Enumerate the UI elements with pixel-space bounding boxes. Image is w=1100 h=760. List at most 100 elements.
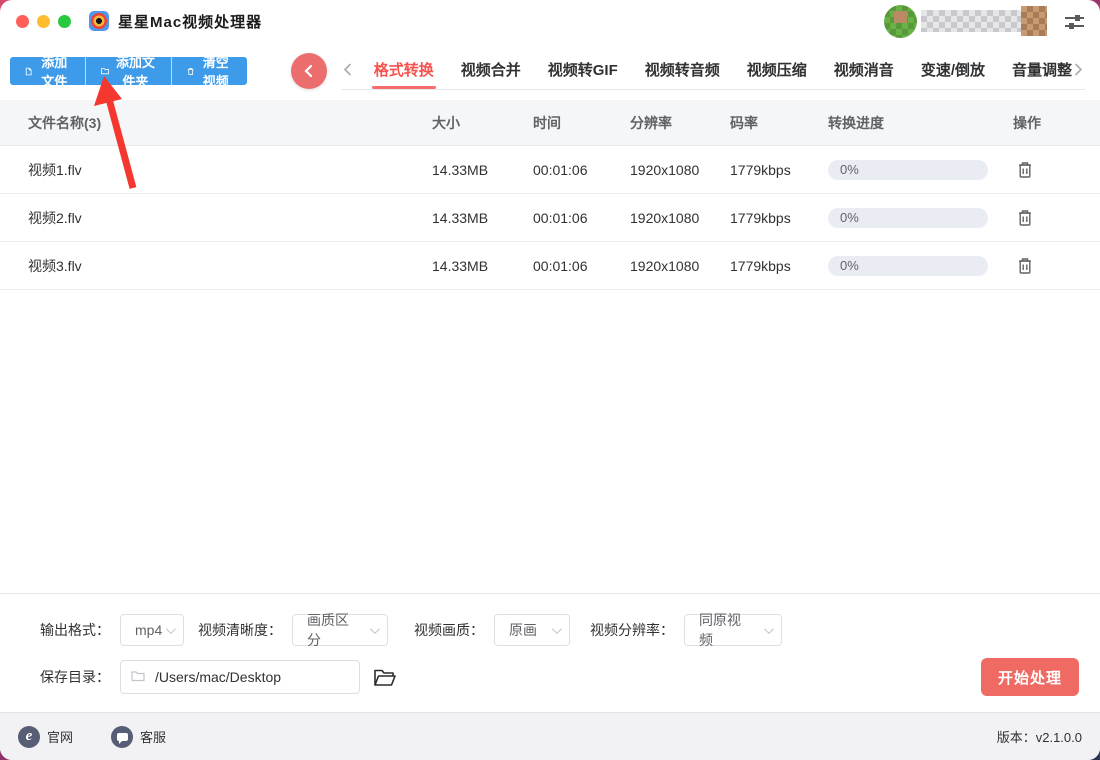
settings-panel: 输出格式： mp4 视频清晰度： 画质区分 视频画质： 原画 视频分辨率： 同原… xyxy=(0,593,1100,712)
close-window-button[interactable] xyxy=(16,14,29,28)
version-text: 版本：v2.1.0.0 xyxy=(996,730,1082,745)
app-window: 星星Mac视频处理器 添加文件 添加文件夹 清空视频 格式转换 视频合并 视频转… xyxy=(0,0,1100,760)
cell-time: 00:01:06 xyxy=(533,161,588,178)
user-badge-redacted xyxy=(1021,6,1047,36)
add-folder-button[interactable]: 添加文件夹 xyxy=(85,57,171,85)
minimize-window-button[interactable] xyxy=(37,14,50,28)
cell-file-name: 视频3.flv xyxy=(28,257,82,274)
trash-icon xyxy=(1019,257,1031,274)
tab-video-compress[interactable]: 视频压缩 xyxy=(747,50,807,89)
document-icon xyxy=(25,67,32,75)
zoom-window-button[interactable] xyxy=(58,14,71,28)
table-header: 文件名称(3) 大小 时间 分辨率 码率 转换进度 操作 xyxy=(0,100,1100,146)
cell-resolution: 1920x1080 xyxy=(630,161,700,178)
folder-open-icon xyxy=(374,669,396,686)
clear-videos-label: 清空视频 xyxy=(202,57,229,85)
tab-video-to-audio[interactable]: 视频转音频 xyxy=(645,50,720,89)
chevron-left-icon xyxy=(304,64,312,78)
toolbar-row: 添加文件 添加文件夹 清空视频 格式转换 视频合并 视频转GIF 视频转音频 视… xyxy=(0,42,1100,100)
save-dir-field-wrap xyxy=(120,660,360,694)
add-folder-label: 添加文件夹 xyxy=(115,57,155,85)
trash-icon xyxy=(1019,209,1031,226)
clarity-select[interactable]: 画质区分 xyxy=(292,612,388,648)
table-row: 视频2.flv 14.33MB 00:01:06 1920x1080 1779k… xyxy=(0,194,1100,242)
delete-row-button[interactable] xyxy=(1015,255,1035,277)
chevron-left-icon xyxy=(343,63,351,76)
tab-speed-reverse[interactable]: 变速/倒放 xyxy=(921,50,985,89)
tab-volume-adjust[interactable]: 音量调整 xyxy=(1012,50,1072,89)
settings-sliders-icon[interactable] xyxy=(1065,14,1084,29)
output-format-label: 输出格式： xyxy=(40,622,110,638)
chat-bubble-icon xyxy=(111,725,134,748)
save-dir-label: 保存目录： xyxy=(40,669,110,685)
username-redacted xyxy=(921,10,1021,32)
header-progress: 转换进度 xyxy=(828,114,884,131)
collapse-tabs-button[interactable] xyxy=(290,53,327,89)
progress-bar: 0% xyxy=(828,207,988,228)
cell-resolution: 1920x1080 xyxy=(630,257,700,274)
cell-resolution: 1920x1080 xyxy=(630,209,700,226)
header-file-name: 文件名称(3) xyxy=(28,114,102,131)
tab-video-to-gif[interactable]: 视频转GIF xyxy=(548,50,618,89)
cell-bitrate: 1779kbps xyxy=(730,161,791,178)
tab-video-merge[interactable]: 视频合并 xyxy=(461,50,521,89)
tab-video-mute[interactable]: 视频消音 xyxy=(834,50,894,89)
website-label: 官网 xyxy=(47,730,74,745)
save-dir-input[interactable] xyxy=(120,660,360,694)
quality-select[interactable]: 原画 xyxy=(494,614,570,646)
cell-size: 14.33MB xyxy=(432,209,489,226)
table-row: 视频3.flv 14.33MB 00:01:06 1920x1080 1779k… xyxy=(0,242,1100,290)
progress-bar: 0% xyxy=(828,159,988,180)
chevron-down-icon xyxy=(763,624,774,635)
resolution-select[interactable]: 同原视频 xyxy=(684,612,782,648)
cell-time: 00:01:06 xyxy=(533,209,588,226)
delete-row-button[interactable] xyxy=(1015,159,1035,181)
chevron-down-icon xyxy=(165,624,176,635)
customer-service-link[interactable]: 客服 xyxy=(111,725,167,748)
cell-file-name: 视频1.flv xyxy=(28,161,82,178)
trash-icon xyxy=(1019,161,1031,178)
tabs-scroll-left-button[interactable] xyxy=(341,63,354,76)
traffic-lights xyxy=(16,14,71,28)
save-dir-row: 保存目录： 开始处理 xyxy=(40,658,1080,696)
tab-format-convert[interactable]: 格式转换 xyxy=(371,50,436,89)
chevron-down-icon xyxy=(551,624,562,635)
titlebar-right xyxy=(884,4,1084,38)
start-processing-button[interactable]: 开始处理 xyxy=(981,658,1079,696)
add-file-button[interactable]: 添加文件 xyxy=(10,57,86,85)
trash-icon xyxy=(187,67,193,75)
header-time: 时间 xyxy=(533,114,561,131)
folder-icon xyxy=(101,68,110,75)
clarity-label: 视频清晰度： xyxy=(198,622,282,638)
cell-time: 00:01:06 xyxy=(533,257,588,274)
resolution-label: 视频分辨率： xyxy=(590,622,674,638)
folder-icon xyxy=(131,671,145,682)
output-format-select[interactable]: mp4 xyxy=(120,614,184,646)
tabs-scroll-right-button[interactable] xyxy=(1072,63,1085,76)
footer: e 官网 客服 版本：v2.1.0.0 xyxy=(0,712,1100,760)
delete-row-button[interactable] xyxy=(1015,207,1035,229)
file-button-group: 添加文件 添加文件夹 清空视频 xyxy=(10,57,247,85)
cell-size: 14.33MB xyxy=(432,161,489,178)
add-file-label: 添加文件 xyxy=(41,57,68,85)
official-site-link[interactable]: e 官网 xyxy=(18,725,74,748)
app-logo-icon xyxy=(89,11,109,31)
progress-bar: 0% xyxy=(828,255,988,276)
cell-file-name: 视频2.flv xyxy=(28,209,82,226)
cell-bitrate: 1779kbps xyxy=(730,209,791,226)
cell-size: 14.33MB xyxy=(432,257,489,274)
clear-videos-button[interactable]: 清空视频 xyxy=(170,57,247,85)
website-icon: e xyxy=(18,725,40,748)
titlebar: 星星Mac视频处理器 xyxy=(0,0,1100,42)
header-resolution: 分辨率 xyxy=(630,114,672,131)
header-action: 操作 xyxy=(1013,114,1041,131)
chevron-down-icon xyxy=(369,624,380,635)
user-avatar[interactable] xyxy=(884,4,917,38)
support-label: 客服 xyxy=(140,730,167,745)
header-bitrate: 码率 xyxy=(730,114,758,131)
table-row: 视频1.flv 14.33MB 00:01:06 1920x1080 1779k… xyxy=(0,146,1100,194)
app-title: 星星Mac视频处理器 xyxy=(118,13,263,31)
cell-bitrate: 1779kbps xyxy=(730,257,791,274)
header-size: 大小 xyxy=(432,114,460,131)
browse-folder-button[interactable] xyxy=(373,668,397,687)
